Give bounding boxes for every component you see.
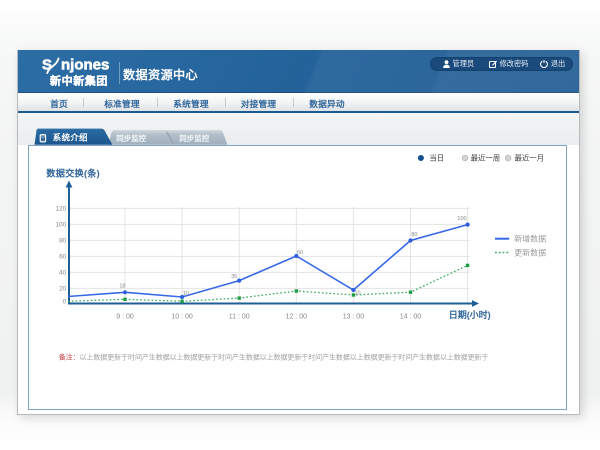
svg-text:10: 10 (354, 291, 360, 297)
svg-text:数据交换(条): 数据交换(条) (45, 167, 99, 178)
svg-text:njones: njones (61, 57, 109, 74)
svg-text:同步监控: 同步监控 (179, 133, 209, 143)
svg-text:40: 40 (59, 270, 67, 277)
svg-text:系统介绍: 系统介绍 (53, 133, 88, 143)
svg-text:0: 0 (63, 299, 67, 306)
svg-text:10: 10 (183, 291, 189, 297)
svg-text:备注：以上数据更新于时间产生数据以上数据更新于时间产生数据以: 备注：以上数据更新于时间产生数据以上数据更新于时间产生数据以上数据更新于时间产生… (59, 352, 489, 361)
svg-text:13 : 00: 13 : 00 (343, 314, 365, 321)
svg-text:9 : 00: 9 : 00 (116, 314, 134, 321)
svg-text:更新数据: 更新数据 (514, 248, 546, 258)
svg-text:18: 18 (119, 283, 125, 289)
svg-text:120: 120 (55, 206, 66, 213)
svg-text:最近一周: 最近一周 (471, 154, 501, 163)
svg-text:新增数据: 新增数据 (514, 234, 546, 244)
svg-text:最近一月: 最近一月 (515, 154, 545, 163)
svg-text:日期(小时): 日期(小时) (449, 309, 491, 320)
svg-text:60: 60 (59, 254, 67, 261)
svg-text:80: 80 (59, 238, 67, 245)
svg-text:20: 20 (59, 286, 67, 293)
svg-text:14 : 00: 14 : 00 (400, 314, 422, 321)
svg-text:11 : 00: 11 : 00 (229, 314, 250, 321)
svg-text:100: 100 (457, 216, 466, 222)
svg-text:100: 100 (55, 222, 66, 229)
svg-text:60: 60 (297, 250, 303, 256)
svg-text:12 : 00: 12 : 00 (286, 314, 308, 321)
svg-text:35: 35 (231, 274, 237, 280)
svg-text:当日: 当日 (429, 154, 444, 163)
svg-text:新中新集团: 新中新集团 (50, 74, 108, 88)
svg-text:10 : 00: 10 : 00 (171, 314, 193, 321)
svg-text:80: 80 (411, 232, 417, 238)
svg-text:S: S (42, 57, 52, 74)
svg-text:同步监控: 同步监控 (116, 133, 146, 143)
